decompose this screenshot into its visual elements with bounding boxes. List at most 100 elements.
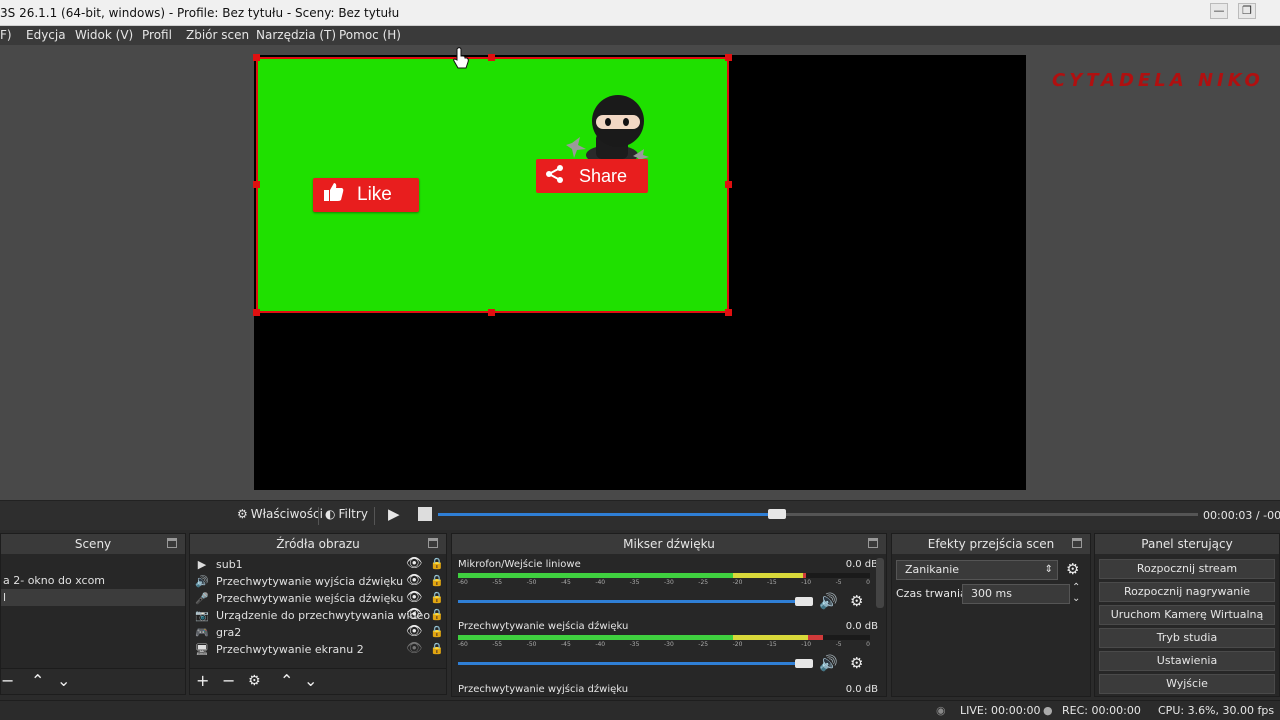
lock-icon[interactable]: 🔒 (430, 557, 444, 571)
undock-icon[interactable] (1072, 538, 1082, 548)
resize-handle-r[interactable] (725, 181, 732, 188)
meter-tick-label: -10 (801, 641, 812, 648)
transitions-dock: Efekty przejścia scen Zanikanie ⇕ ⚙ Czas … (891, 533, 1091, 697)
resize-handle-br[interactable] (725, 309, 732, 316)
menu-scene-collection[interactable]: Zbiór scen (186, 28, 249, 42)
exit-button[interactable]: Wyjście (1099, 674, 1275, 694)
lock-icon[interactable]: 🔒 (430, 608, 444, 622)
meter-tick-label: -20 (732, 579, 743, 586)
volume-slider-handle[interactable] (795, 597, 813, 606)
source-label: sub1 (216, 558, 243, 571)
filters-button[interactable]: ◐ Filtry (325, 507, 368, 521)
lock-icon[interactable]: 🔒 (430, 625, 444, 639)
filters-label: Filtry (338, 507, 368, 521)
start-streaming-button[interactable]: Rozpocznij stream (1099, 559, 1275, 579)
menu-edit[interactable]: Edycja (26, 28, 66, 42)
source-item[interactable]: ▶ sub1 👁 🔒 (190, 556, 446, 573)
channel-name: Przechwytywanie wejścia dźwięku (458, 621, 629, 632)
undock-icon[interactable] (428, 538, 438, 548)
lock-icon[interactable]: 🔒 (430, 642, 444, 656)
source-item[interactable]: 📷 Urządzenie do przechwytywania wideo 👁 🔒 (190, 607, 446, 624)
source-item[interactable]: 🔊 Przechwytywanie wyjścia dźwięku 👁 🔒 (190, 573, 446, 590)
visibility-eye-icon[interactable]: 👁 (406, 625, 423, 639)
visibility-eye-icon[interactable]: 👁 (406, 591, 423, 605)
volume-slider[interactable] (458, 662, 803, 665)
gear-icon: ⚙ (237, 507, 248, 521)
remove-scene-button[interactable]: − (1, 672, 14, 690)
gear-icon[interactable]: ⚙ (1066, 560, 1079, 578)
resize-handle-tl[interactable] (253, 54, 260, 61)
resize-handle-t[interactable] (488, 54, 495, 61)
controls-dock: Panel sterujący Rozpocznij stream Rozpoc… (1094, 533, 1280, 697)
speaker-icon[interactable]: 🔊 (819, 654, 838, 672)
duration-stepper-icon[interactable]: ⌃ ⌄ (1072, 582, 1080, 604)
ninja-mascot-image (566, 93, 650, 165)
duration-value: 300 ms (971, 587, 1012, 600)
lock-icon[interactable]: 🔒 (430, 574, 444, 588)
minimize-button[interactable]: — (1210, 3, 1228, 19)
source-item[interactable]: 🎮 gra2 👁 🔒 (190, 624, 446, 641)
restore-button[interactable]: ❐ (1238, 3, 1256, 19)
visibility-eye-icon[interactable]: 👁 (406, 574, 423, 588)
resize-handle-tr[interactable] (725, 54, 732, 61)
speaker-icon: 🔊 (195, 575, 209, 588)
transition-select[interactable]: Zanikanie ⇕ (896, 560, 1058, 580)
volume-slider-handle[interactable] (795, 659, 813, 668)
filter-icon: ◐ (325, 507, 336, 521)
settings-button[interactable]: Ustawienia (1099, 651, 1275, 671)
volume-meter (458, 573, 870, 578)
menu-help[interactable]: Pomoc (H) (339, 28, 401, 42)
mixer-channel: Mikrofon/Wejście liniowe 0.0 dB -60 -55 -5… (452, 559, 886, 621)
undock-icon[interactable] (868, 538, 878, 548)
visibility-eye-icon[interactable]: 👁 (406, 557, 423, 571)
menu-tools[interactable]: Narzędzia (T) (256, 28, 336, 42)
add-source-button[interactable]: + (196, 672, 209, 690)
meter-tick-label: -15 (766, 641, 777, 648)
meter-tick-label: -25 (698, 579, 709, 586)
source-item[interactable]: 🖥 Przechwytywanie ekranu 2 👁 🔒 (190, 641, 446, 658)
meter-scale: -60 -55 -50 -45 -40 -35 -30 -25 -20 -15 -10 -5 0 (458, 641, 870, 650)
speaker-icon[interactable]: 🔊 (819, 592, 838, 610)
play-button[interactable]: ▶ (388, 505, 400, 523)
source-item[interactable]: 🎤 Przechwytywanie wejścia dźwięku 👁 🔒 (190, 590, 446, 607)
move-down-icon[interactable]: ⌄ (304, 672, 317, 690)
like-label: Like (357, 184, 392, 205)
undock-icon[interactable] (167, 538, 177, 548)
start-virtual-camera-button[interactable]: Uruchom Kamerę Wirtualną (1099, 605, 1275, 625)
menu-file[interactable]: F) (0, 28, 12, 42)
thumbs-up-icon (323, 182, 345, 208)
start-recording-button[interactable]: Rozpocznij nagrywanie (1099, 582, 1275, 602)
toolbar-divider (318, 507, 319, 525)
scene-item[interactable]: a 2- okno do xcom (1, 572, 185, 589)
duration-input[interactable]: 300 ms (962, 584, 1070, 604)
visibility-eye-icon[interactable]: 👁 (406, 608, 423, 622)
resize-handle-l[interactable] (253, 181, 260, 188)
move-up-icon[interactable]: ⌃ (31, 672, 44, 690)
source-label: Przechwytywanie ekranu 2 (216, 643, 364, 656)
remove-source-button[interactable]: − (222, 672, 235, 690)
scene-item-selected[interactable]: l (1, 589, 185, 606)
move-up-icon[interactable]: ⌃ (280, 672, 293, 690)
menu-bar: F) Edycja Widok (V) Profil Zbiór scen Na… (0, 26, 1280, 45)
hidden-eye-icon[interactable]: 👁 (406, 642, 423, 656)
volume-slider[interactable] (458, 600, 803, 603)
mixer-header: Mikser dźwięku (452, 534, 886, 554)
channel-db: 0.0 dB (845, 684, 878, 695)
meter-tick-label: 0 (866, 641, 870, 648)
gear-icon[interactable]: ⚙ (850, 592, 863, 610)
scenes-toolbar: − ⌃ ⌄ (1, 668, 185, 694)
window-title: 3S 26.1.1 (64-bit, windows) - Profile: B… (0, 6, 400, 20)
seek-bar-handle[interactable] (768, 509, 786, 519)
mixer-scrollbar[interactable] (876, 558, 884, 608)
gear-icon[interactable]: ⚙ (248, 672, 261, 690)
stop-button[interactable] (418, 507, 432, 521)
move-down-icon[interactable]: ⌄ (57, 672, 70, 690)
resize-handle-b[interactable] (488, 309, 495, 316)
studio-mode-button[interactable]: Tryb studia (1099, 628, 1275, 648)
resize-handle-bl[interactable] (253, 309, 260, 316)
menu-view[interactable]: Widok (V) (75, 28, 133, 42)
gear-icon[interactable]: ⚙ (850, 654, 863, 672)
lock-icon[interactable]: 🔒 (430, 591, 444, 605)
menu-profile[interactable]: Profil (142, 28, 172, 42)
properties-button[interactable]: ⚙ Właściwości (237, 507, 323, 521)
